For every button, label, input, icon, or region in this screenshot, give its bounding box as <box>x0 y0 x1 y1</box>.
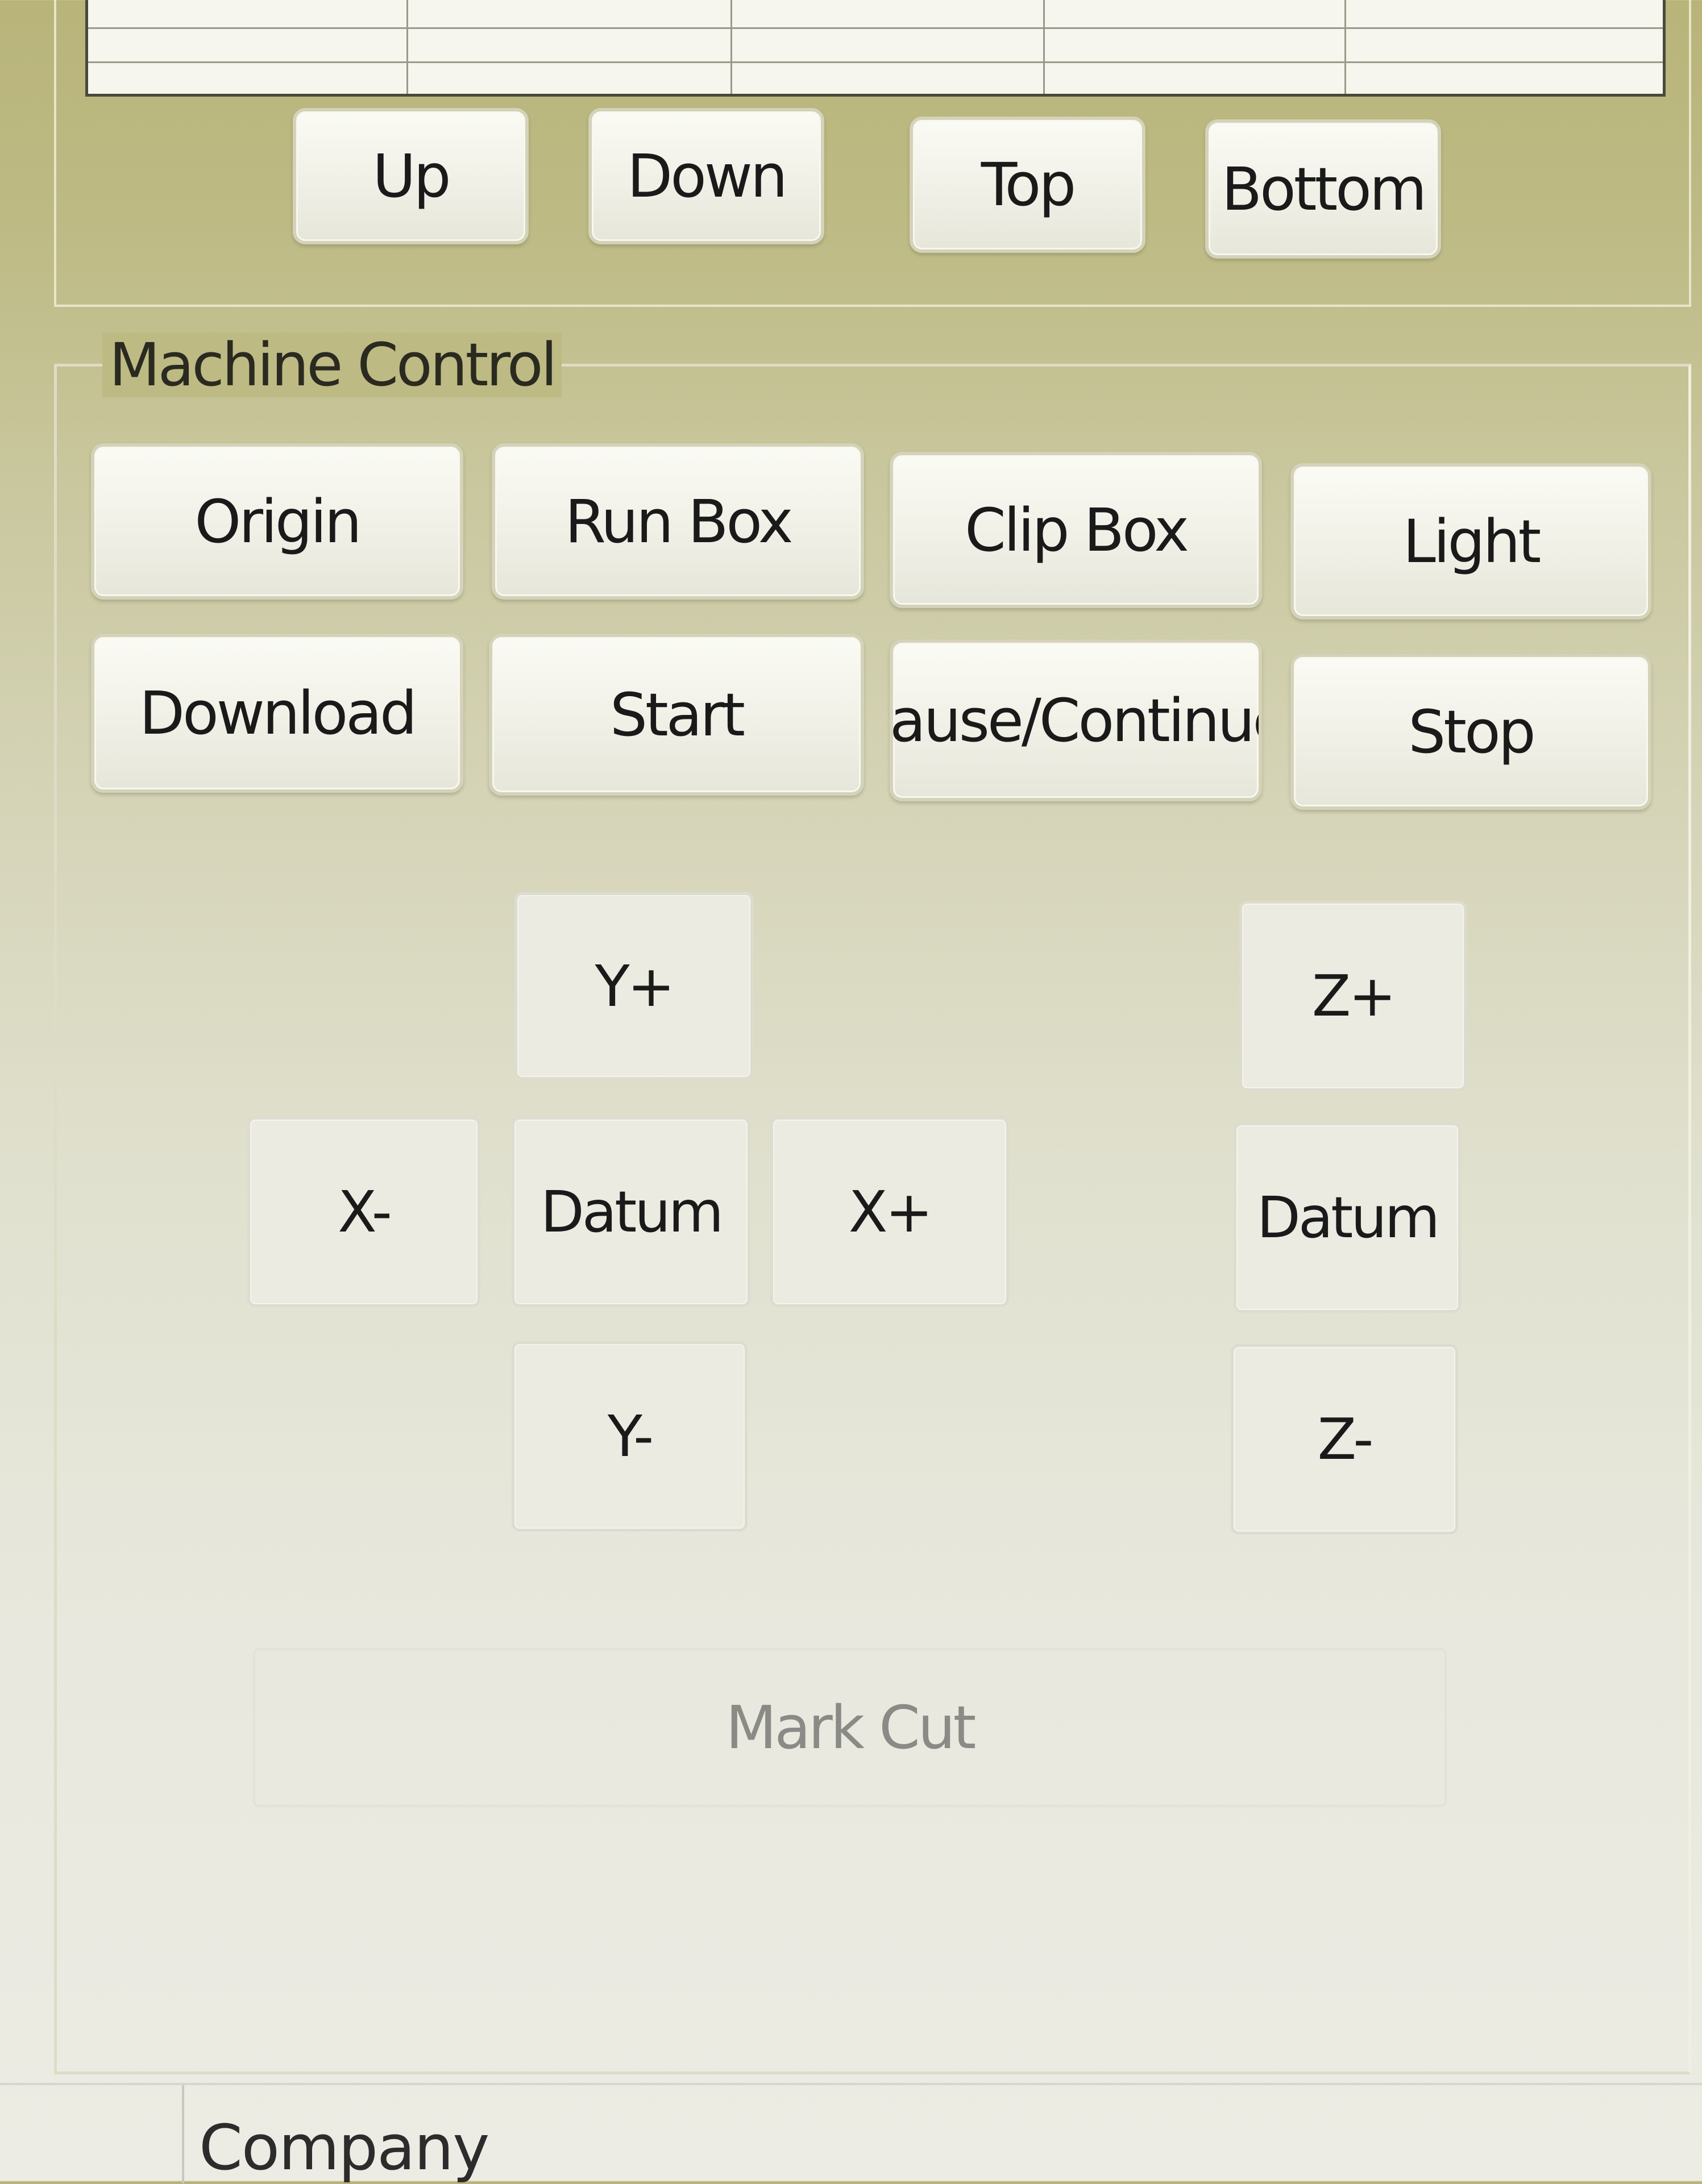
status-separator <box>182 2085 184 2183</box>
run-box-button[interactable]: Run Box <box>492 443 864 600</box>
z-datum-button[interactable]: Datum <box>1234 1122 1461 1313</box>
down-button[interactable]: Down <box>588 108 824 244</box>
status-bar: Company <box>0 2083 1702 2184</box>
pause-continue-button[interactable]: Pause/Continue <box>890 639 1262 801</box>
top-button[interactable]: Top <box>910 117 1145 253</box>
pause-continue-label: Pause/Continue <box>890 685 1259 755</box>
light-button[interactable]: Light <box>1290 463 1651 619</box>
jog-z-plus-button[interactable]: Z+ <box>1239 901 1467 1091</box>
download-button[interactable]: Download <box>91 634 463 793</box>
jog-z-minus-button[interactable]: Z- <box>1231 1344 1458 1534</box>
status-company-text: Company <box>199 2111 489 2184</box>
jog-x-plus-button[interactable]: X+ <box>770 1117 1009 1307</box>
up-button[interactable]: Up <box>293 108 529 244</box>
jog-y-plus-button[interactable]: Y+ <box>514 892 753 1080</box>
jog-y-minus-button[interactable]: Y- <box>512 1341 748 1532</box>
mark-cut-button[interactable]: Mark Cut <box>253 1648 1447 1807</box>
bottom-button[interactable]: Bottom <box>1205 119 1441 259</box>
xy-datum-button[interactable]: Datum <box>512 1117 750 1307</box>
origin-button[interactable]: Origin <box>91 443 463 600</box>
jog-x-minus-button[interactable]: X- <box>247 1117 480 1307</box>
machine-control-title: Machine Control <box>102 332 562 397</box>
stop-button[interactable]: Stop <box>1290 654 1651 810</box>
clip-box-button[interactable]: Clip Box <box>890 452 1262 608</box>
start-button[interactable]: Start <box>489 634 864 796</box>
